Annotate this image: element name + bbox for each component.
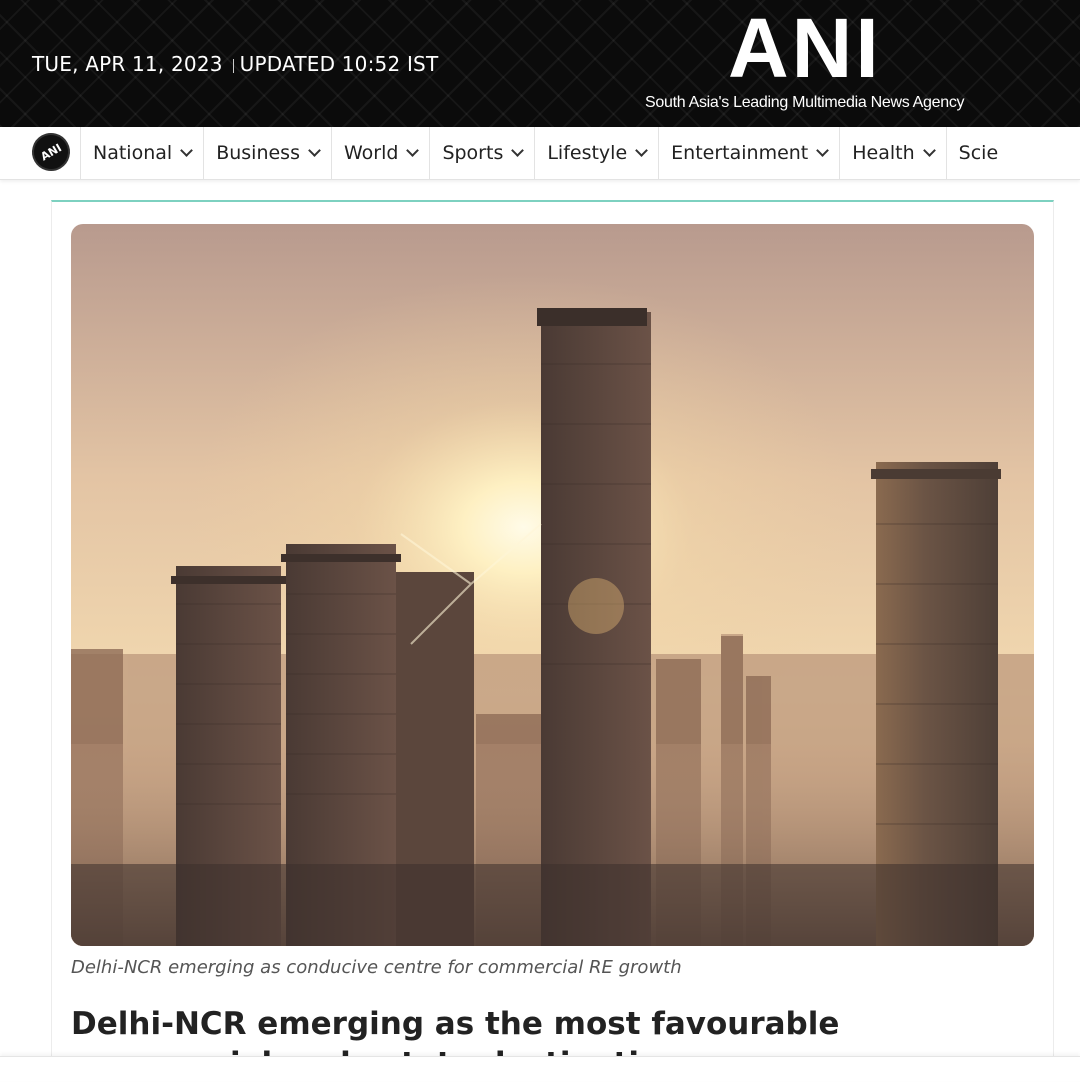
site-header: TUE, APR 11, 2023 UPDATED 10:52 IST ANI S… [0, 0, 1080, 127]
dateline-divider [232, 58, 234, 73]
nav-item-science[interactable]: Scie [945, 127, 1010, 179]
nav-item-label: World [343, 142, 399, 164]
nav-item-label: Business [216, 142, 300, 164]
nav-item-label: Health [852, 142, 915, 164]
nav-item-label: Entertainment [671, 142, 809, 164]
chevron-down-icon [635, 143, 649, 157]
site-tagline: South Asia's Leading Multimedia News Age… [645, 94, 965, 111]
nav-item-label: Scie [958, 142, 999, 164]
current-date: TUE, APR 11, 2023 [32, 52, 223, 76]
chevron-down-icon [308, 143, 321, 157]
bottom-edge [0, 1056, 1080, 1081]
chevron-down-icon [922, 143, 936, 157]
chevron-down-icon [180, 143, 194, 157]
nav-item-label: National [93, 142, 173, 164]
site-logo[interactable]: ANI [728, 6, 882, 90]
chevron-down-icon [816, 143, 830, 157]
nav-item-label: Sports [442, 142, 504, 164]
nav-item-lifestyle[interactable]: Lifestyle [534, 127, 658, 179]
main-nav: ANI National Business World Sports Lifes… [0, 127, 1080, 180]
skyline-photo [71, 224, 1034, 946]
nav-menu: National Business World Sports Lifestyle… [80, 127, 1010, 179]
ani-logo-icon[interactable]: ANI [25, 127, 77, 178]
nav-item-health[interactable]: Health [839, 127, 945, 179]
nav-item-world[interactable]: World [330, 127, 429, 179]
nav-item-business[interactable]: Business [203, 127, 331, 179]
nav-item-label: Lifestyle [547, 142, 628, 164]
updated-time: UPDATED 10:52 IST [239, 52, 439, 76]
image-caption: Delhi-NCR emerging as conducive centre f… [71, 957, 682, 978]
nav-item-sports[interactable]: Sports [429, 127, 534, 179]
chevron-down-icon [511, 143, 525, 157]
article-hero-image[interactable] [71, 224, 1034, 946]
chevron-down-icon [406, 143, 420, 157]
dateline: TUE, APR 11, 2023 UPDATED 10:52 IST [32, 52, 438, 76]
nav-item-national[interactable]: National [80, 127, 203, 179]
nav-item-entertainment[interactable]: Entertainment [658, 127, 839, 179]
